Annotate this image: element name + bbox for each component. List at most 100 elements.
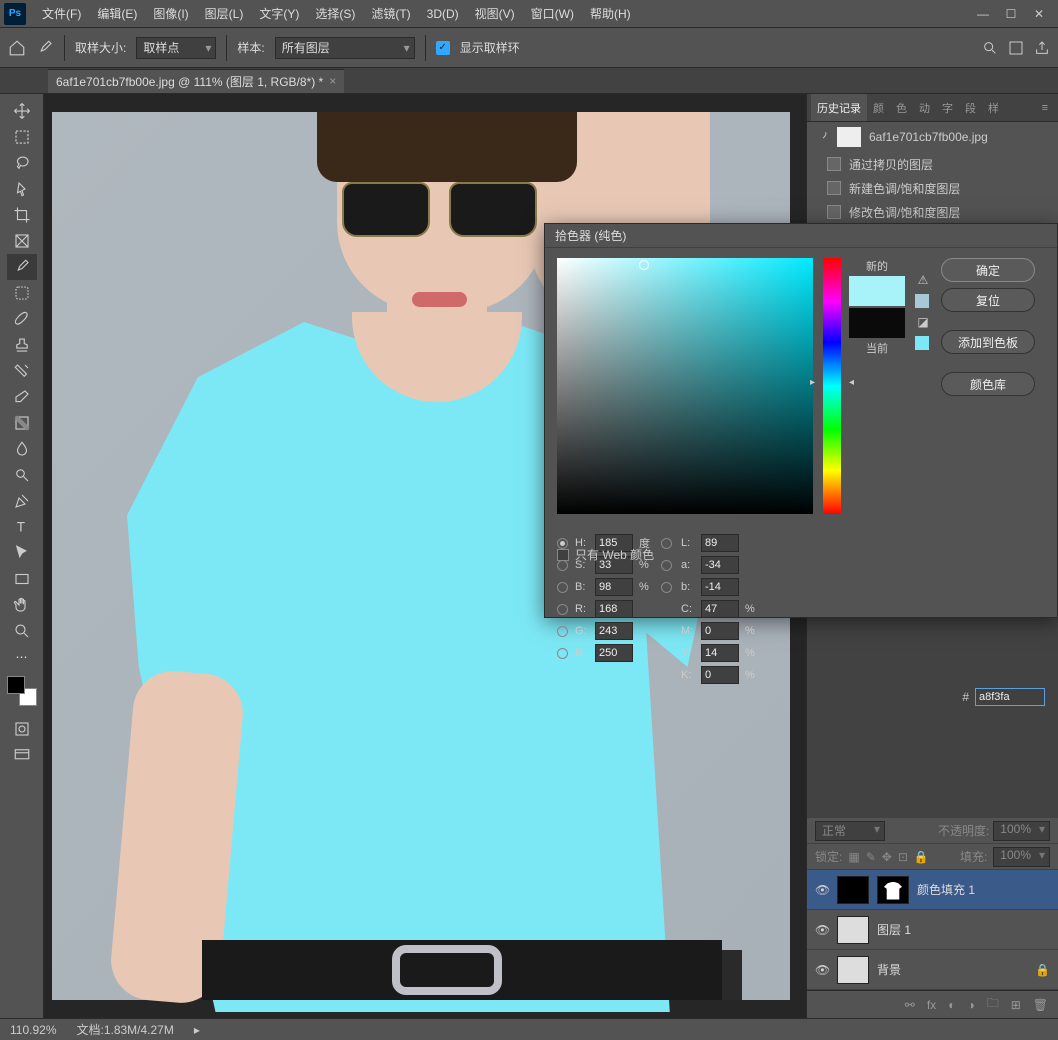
brush-tool[interactable] — [7, 306, 37, 332]
m-input[interactable] — [701, 622, 739, 640]
layer-name[interactable]: 背景 — [877, 961, 901, 978]
tab-history[interactable]: 历史记录 — [811, 94, 867, 121]
tab-close-icon[interactable]: × — [329, 74, 336, 88]
crop-tool[interactable] — [7, 202, 37, 228]
close-icon[interactable]: ✕ — [1032, 7, 1046, 21]
lock-position-icon[interactable]: ✥ — [882, 850, 892, 864]
websafe-warning-icon[interactable]: ◪ — [915, 314, 931, 330]
tab-styles[interactable]: 样 — [982, 94, 1005, 121]
fill-select[interactable]: 100% — [993, 847, 1050, 867]
trash-icon[interactable]: 🗑 — [1033, 998, 1048, 1012]
r-input[interactable] — [595, 600, 633, 618]
history-item[interactable]: 新建色调/饱和度图层 — [807, 176, 1058, 200]
zoom-tool[interactable] — [7, 618, 37, 644]
quick-mask-icon[interactable] — [7, 716, 37, 742]
visibility-icon[interactable]: 👁 — [815, 923, 829, 937]
lock-icon[interactable]: 🔒 — [1035, 963, 1050, 977]
gamut-warning-icon[interactable]: ⚠ — [915, 272, 931, 288]
color-libraries-button[interactable]: 颜色库 — [941, 372, 1035, 396]
b-input[interactable] — [595, 644, 633, 662]
doc-info[interactable]: 文档:1.83M/4.27M — [76, 1021, 173, 1038]
blur-tool[interactable] — [7, 436, 37, 462]
ok-button[interactable]: 确定 — [941, 258, 1035, 282]
menu-view[interactable]: 视图(V) — [467, 5, 523, 22]
adjustment-icon[interactable]: ◑ — [967, 998, 974, 1012]
stamp-tool[interactable] — [7, 332, 37, 358]
frame-tool[interactable] — [7, 228, 37, 254]
dodge-tool[interactable] — [7, 462, 37, 488]
show-ring-checkbox[interactable]: ✓ — [436, 41, 450, 55]
menu-file[interactable]: 文件(F) — [34, 5, 89, 22]
layer-thumb[interactable] — [837, 916, 869, 944]
sample-select[interactable]: 所有图层 — [275, 37, 415, 59]
menu-help[interactable]: 帮助(H) — [582, 5, 639, 22]
tab-swatches[interactable]: 色 — [890, 94, 913, 121]
menu-select[interactable]: 选择(S) — [307, 5, 363, 22]
menu-3d[interactable]: 3D(D) — [419, 7, 467, 21]
link-layers-icon[interactable]: ⚯ — [905, 998, 915, 1012]
history-brush-tool[interactable] — [7, 358, 37, 384]
lock-pixels-icon[interactable]: ▦ — [848, 850, 859, 864]
heal-tool[interactable] — [7, 280, 37, 306]
menu-edit[interactable]: 编辑(E) — [89, 5, 145, 22]
visibility-icon[interactable]: 👁 — [815, 883, 829, 897]
share-icon[interactable] — [1034, 40, 1050, 56]
rectangle-tool[interactable] — [7, 566, 37, 592]
zoom-level[interactable]: 110.92% — [10, 1023, 56, 1037]
sample-size-select[interactable]: 取样点 — [136, 37, 216, 59]
lock-artboard-icon[interactable]: ⊡ — [898, 850, 908, 864]
l-radio[interactable] — [661, 538, 672, 549]
b-radio[interactable] — [557, 648, 568, 659]
panel-menu-icon[interactable]: ≡ — [1036, 94, 1054, 121]
hex-input[interactable] — [975, 688, 1045, 706]
home-icon[interactable] — [8, 39, 26, 57]
layer-row[interactable]: 👁 图层 1 — [807, 910, 1058, 950]
gradient-tool[interactable] — [7, 410, 37, 436]
eyedropper-icon[interactable] — [36, 39, 54, 57]
y-input[interactable] — [701, 644, 739, 662]
layer-mask-thumb[interactable] — [877, 876, 909, 904]
k-input[interactable] — [701, 666, 739, 684]
pen-tool[interactable] — [7, 488, 37, 514]
search-icon[interactable] — [982, 40, 998, 56]
blab-radio[interactable] — [661, 582, 672, 593]
blend-mode-select[interactable]: 正常 — [815, 821, 885, 841]
lock-brush-icon[interactable]: ✎ — [866, 850, 876, 864]
hand-tool[interactable] — [7, 592, 37, 618]
c-input[interactable] — [701, 600, 739, 618]
bv-radio[interactable] — [557, 582, 568, 593]
edit-toolbar-icon[interactable]: ⋯ — [7, 644, 37, 670]
r-radio[interactable] — [557, 604, 568, 615]
quick-select-tool[interactable] — [7, 176, 37, 202]
layer-row[interactable]: 👁 颜色填充 1 — [807, 870, 1058, 910]
bv-input[interactable] — [595, 578, 633, 596]
layer-name[interactable]: 颜色填充 1 — [917, 881, 975, 898]
history-item[interactable]: 通过拷贝的图层 — [807, 152, 1058, 176]
hue-cursor[interactable] — [818, 383, 846, 387]
foreground-color[interactable] — [7, 676, 25, 694]
menu-image[interactable]: 图像(I) — [145, 5, 196, 22]
a-input[interactable] — [701, 556, 739, 574]
eraser-tool[interactable] — [7, 384, 37, 410]
layer-thumb[interactable] — [837, 876, 869, 904]
document-tab[interactable]: 6af1e701cb7fb00e.jpg @ 111% (图层 1, RGB/8… — [48, 69, 344, 93]
marquee-tool[interactable] — [7, 124, 37, 150]
dialog-title[interactable]: 拾色器 (纯色) — [545, 224, 1057, 248]
doc-info-chevron-icon[interactable]: ▸ — [194, 1023, 200, 1037]
l-input[interactable] — [701, 534, 739, 552]
a-radio[interactable] — [661, 560, 672, 571]
layer-thumb[interactable] — [837, 956, 869, 984]
new-layer-icon[interactable]: ⊞ — [1011, 998, 1021, 1012]
add-swatch-button[interactable]: 添加到色板 — [941, 330, 1035, 354]
lasso-tool[interactable] — [7, 150, 37, 176]
visibility-icon[interactable]: 👁 — [815, 963, 829, 977]
group-icon[interactable]: 🗀 — [987, 994, 999, 1015]
menu-layer[interactable]: 图层(L) — [197, 5, 252, 22]
gamut-swatch[interactable] — [915, 294, 929, 308]
tab-actions[interactable]: 动 — [913, 94, 936, 121]
layer-row[interactable]: 👁 背景 🔒 — [807, 950, 1058, 990]
menu-window[interactable]: 窗口(W) — [523, 5, 582, 22]
move-tool[interactable] — [7, 98, 37, 124]
g-input[interactable] — [595, 622, 633, 640]
tab-color[interactable]: 颜 — [867, 94, 890, 121]
